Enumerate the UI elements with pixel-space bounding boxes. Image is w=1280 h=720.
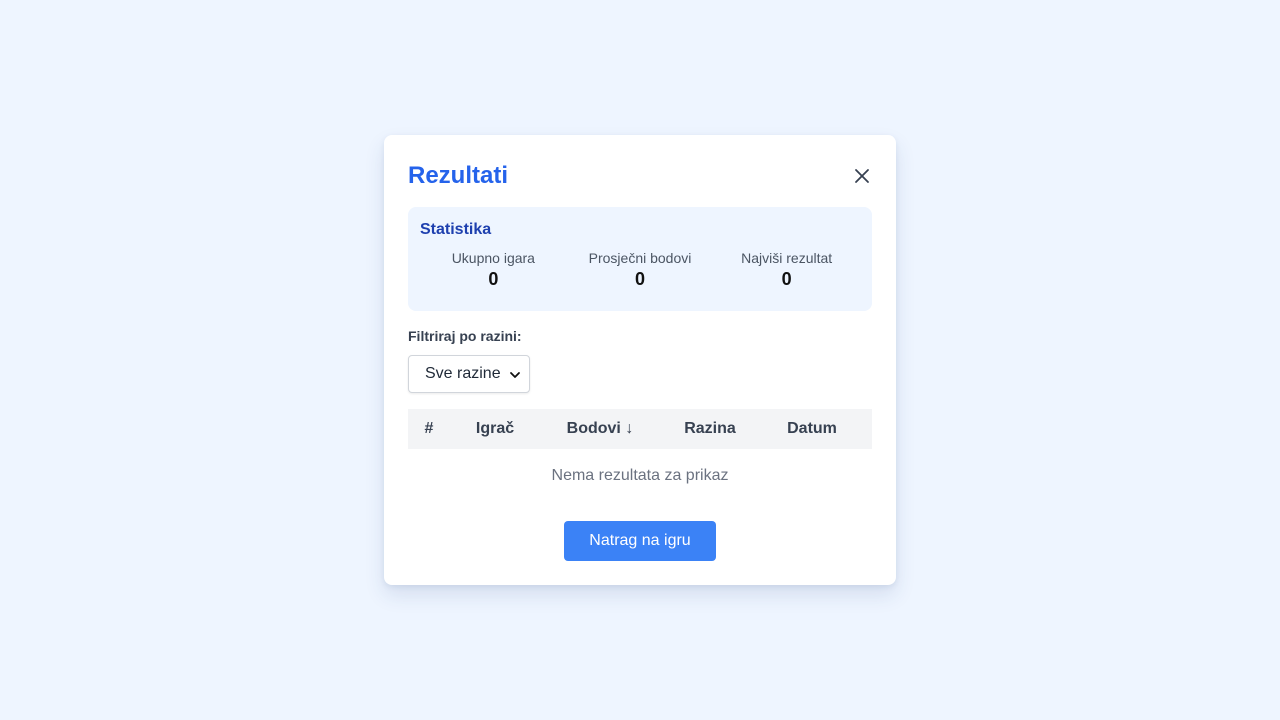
empty-results-message: Nema rezultata za prikaz — [551, 467, 729, 484]
chevron-down-icon — [510, 372, 520, 378]
stat-high-score: Najviši rezultat 0 — [713, 249, 860, 291]
filter-label: Filtriraj po razini: — [408, 328, 522, 344]
modal-title: Rezultati — [408, 162, 509, 189]
statistics-title: Statistika — [420, 221, 492, 238]
results-table-header: # Igrač Bodovi ↓ Razina Datum — [408, 409, 872, 449]
stat-total-games: Ukupno igara 0 — [420, 249, 567, 291]
close-icon — [855, 169, 869, 183]
back-to-game-button[interactable]: Natrag na igru — [564, 521, 716, 561]
stat-average-score: Prosječni bodovi 0 — [567, 249, 714, 291]
results-modal: Rezultati Statistika Ukupno igara 0 Pros… — [384, 135, 896, 585]
column-score-sort[interactable]: Bodovi ↓ — [540, 409, 660, 449]
select-value: Sve razine — [425, 365, 501, 382]
stat-label: Najviši rezultat — [741, 250, 833, 266]
modal-header: Rezultati — [408, 161, 872, 191]
column-player: Igrač — [475, 420, 515, 437]
statistics-row: Ukupno igara 0 Prosječni bodovi 0 Najviš… — [420, 249, 860, 291]
stat-value: 0 — [488, 269, 499, 289]
column-level: Razina — [684, 420, 736, 437]
close-button[interactable] — [852, 166, 872, 186]
statistics-panel: Statistika Ukupno igara 0 Prosječni bodo… — [408, 207, 872, 311]
column-date: Datum — [787, 420, 837, 437]
stat-value: 0 — [781, 269, 792, 289]
level-filter-select[interactable]: Sve razine — [408, 355, 530, 393]
stat-label: Prosječni bodovi — [588, 250, 692, 266]
column-rank: # — [424, 420, 434, 437]
stat-value: 0 — [635, 269, 646, 289]
stat-label: Ukupno igara — [451, 250, 535, 266]
